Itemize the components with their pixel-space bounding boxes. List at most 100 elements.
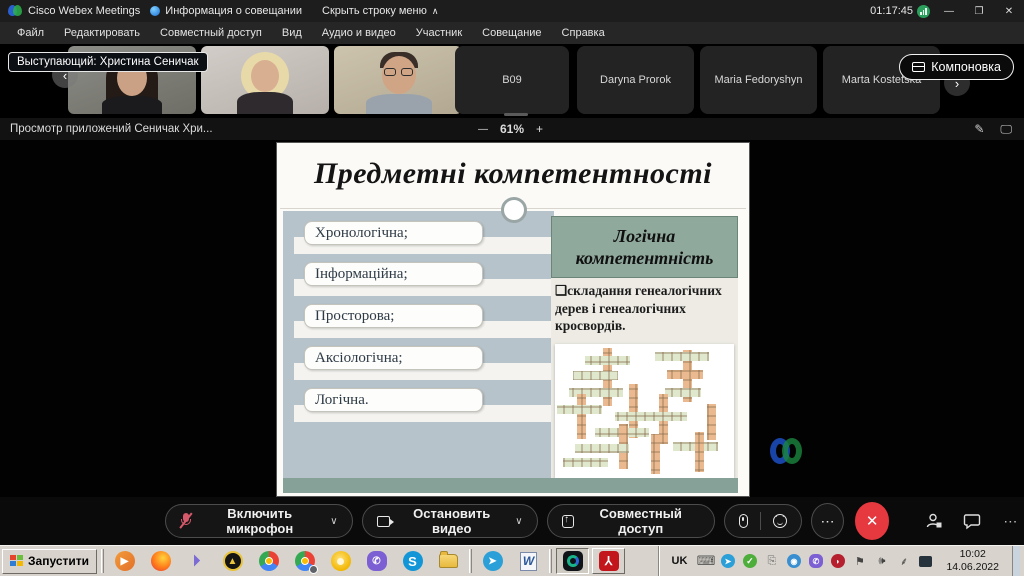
webex-logo-icon [8, 5, 22, 17]
tray-app-icon[interactable] [918, 554, 933, 569]
video-tile-2[interactable] [201, 46, 329, 114]
tray-eset-icon[interactable]: ◉ [786, 554, 801, 569]
stop-video-button[interactable]: Остановить видео ∨ [362, 504, 538, 538]
reactions-icon[interactable] [773, 514, 787, 528]
chat-panel-icon[interactable] [959, 512, 986, 530]
zoom-level: 61% [500, 122, 524, 136]
viber-icon[interactable]: ✆ [366, 551, 387, 572]
video-strip: Выступающий: Христина Сеничак ‹ [0, 44, 1024, 118]
share-status-bar: Просмотр приложений Сеничак Хри... — 61%… [0, 118, 1024, 140]
kmplayer-icon[interactable]: ⏵ [186, 551, 207, 572]
recorder-icon[interactable] [739, 514, 748, 528]
word-icon[interactable]: W [518, 551, 539, 572]
tray-clipboard-icon[interactable]: ⎘ [764, 554, 779, 569]
system-tray: UK ⌨ ➤ ✓ ⎘ ◉ ✆ ◗ ⚑ 🕪 ⸙ 10:02 14.06.2022 [659, 546, 1024, 576]
participants-panel-icon[interactable] [920, 512, 947, 530]
video-tile-3[interactable] [334, 46, 462, 114]
keyboard-layout-icon[interactable]: ⌨ [698, 554, 713, 569]
start-button[interactable]: Запустити [2, 549, 97, 574]
strip-scroll-handle[interactable] [504, 113, 528, 116]
chevron-down-icon[interactable]: ∨ [515, 516, 522, 527]
right-panel-heading: Логічна компетентність [551, 216, 738, 278]
meeting-controls: Включить микрофон ∨ Остановить видео ∨ С… [0, 497, 1024, 545]
close-x-icon: ✕ [866, 512, 879, 530]
quick-launch: ▶ ⏵ ▲ ✆ S [108, 551, 465, 572]
aimp-icon[interactable]: ▲ [222, 551, 243, 572]
tray-antivirus-icon[interactable]: ✓ [742, 554, 757, 569]
crossword-image [555, 344, 734, 478]
presentation-slide: Предметні компетентності Хронологічна; І… [276, 142, 750, 497]
chevron-down-icon[interactable]: ∨ [330, 516, 337, 527]
zoom-out-button[interactable]: — [478, 124, 488, 135]
display-icon[interactable]: 🖵 [1000, 122, 1012, 137]
menu-meeting[interactable]: Совещание [473, 22, 550, 44]
mic-muted-icon [180, 513, 191, 529]
network-icon[interactable]: ⸙ [896, 554, 911, 569]
show-desktop-button[interactable] [1012, 546, 1020, 576]
menu-file[interactable]: Файл [8, 22, 53, 44]
list-item: Аксіологічна; [304, 346, 483, 370]
taskbar: Запустити ▶ ⏵ ▲ ✆ S ➤ W ⅄ UK ⌨ [0, 545, 1024, 576]
slide-content-panel: Хронологічна; Інформаційна; Просторова; … [283, 211, 554, 478]
active-speaker-tooltip: Выступающий: Христина Сеничак [8, 52, 208, 72]
connection-quality-icon [917, 5, 930, 18]
slide-right-panel: Логічна компетентність ❑складання генеал… [551, 216, 738, 478]
meeting-info-button[interactable]: Информация о совещании [140, 0, 312, 22]
more-icon: ⋯ [821, 513, 835, 530]
close-button[interactable]: ✕ [994, 0, 1024, 22]
camera-icon [377, 516, 391, 527]
tray-viber-icon[interactable]: ✆ [808, 554, 823, 569]
chrome-icon[interactable] [258, 551, 279, 572]
menu-participant[interactable]: Участник [407, 22, 471, 44]
list-item: Логічна. [304, 388, 483, 412]
unmute-button[interactable]: Включить микрофон ∨ [165, 504, 352, 538]
layout-grid-icon [912, 62, 925, 72]
zoom-in-button[interactable]: + [536, 122, 543, 136]
list-item: Хронологічна; [304, 221, 483, 245]
minimize-button[interactable]: — [934, 0, 964, 22]
meeting-timer: 01:17:45 [870, 5, 913, 17]
participant-video [334, 46, 462, 114]
taskbar-webex-task[interactable] [556, 548, 589, 574]
video-tile-b09[interactable]: B09 [455, 46, 569, 114]
share-screen-icon [562, 515, 574, 528]
list-item: Просторова; [304, 304, 483, 328]
menu-audio-video[interactable]: Аудио и видео [313, 22, 405, 44]
skype-icon[interactable]: S [402, 551, 423, 572]
annotate-icon[interactable]: ✎ [974, 122, 984, 137]
language-indicator[interactable]: UK [668, 555, 692, 567]
slide-bottom-band [283, 478, 738, 493]
hide-menu-button[interactable]: Скрыть строку меню ∧ [312, 0, 448, 22]
chrome-canary-icon[interactable] [330, 551, 351, 572]
tray-idm-icon[interactable]: ◗ [830, 554, 845, 569]
menu-view[interactable]: Вид [273, 22, 311, 44]
action-center-icon[interactable]: ⚑ [852, 554, 867, 569]
menubar: Файл Редактировать Совместный доступ Вид… [0, 22, 1024, 44]
meeting-info-icon [150, 6, 160, 16]
more-panels-icon[interactable]: ⋯ [997, 513, 1024, 530]
taskbar-acrobat-task[interactable]: ⅄ [592, 548, 625, 574]
video-tile-maria[interactable]: Maria Fedoryshyn [700, 46, 817, 114]
share-status-text: Просмотр приложений Сеничак Хри... [0, 123, 213, 135]
slide-circle-ornament [501, 197, 527, 223]
caret-up-icon: ∧ [432, 6, 439, 17]
more-options-button[interactable]: ⋯ [811, 503, 844, 539]
restore-button[interactable]: ❐ [964, 0, 994, 22]
video-tile-daryna[interactable]: Daryna Prorok [577, 46, 694, 114]
menu-share[interactable]: Совместный доступ [151, 22, 271, 44]
firefox-icon[interactable] [150, 551, 171, 572]
menu-help[interactable]: Справка [553, 22, 614, 44]
layout-button[interactable]: Компоновка [899, 54, 1014, 80]
share-content-button[interactable]: Совместный доступ [547, 504, 715, 538]
right-panel-text: ❑складання генеалогічних дерев і генеало… [555, 282, 734, 335]
taskbar-clock[interactable]: 10:02 14.06.2022 [940, 548, 1005, 574]
media-player-icon[interactable]: ▶ [114, 551, 135, 572]
end-meeting-button[interactable]: ✕ [855, 502, 890, 540]
telegram-icon[interactable]: ➤ [482, 551, 503, 572]
volume-icon[interactable]: 🕪 [874, 554, 889, 569]
file-manager-icon[interactable] [438, 551, 459, 572]
webex-meeting-window: Cisco Webex Meetings Информация о совеща… [0, 0, 1024, 576]
chrome-profile-icon[interactable] [294, 551, 315, 572]
menu-edit[interactable]: Редактировать [55, 22, 149, 44]
tray-telegram-icon[interactable]: ➤ [720, 554, 735, 569]
